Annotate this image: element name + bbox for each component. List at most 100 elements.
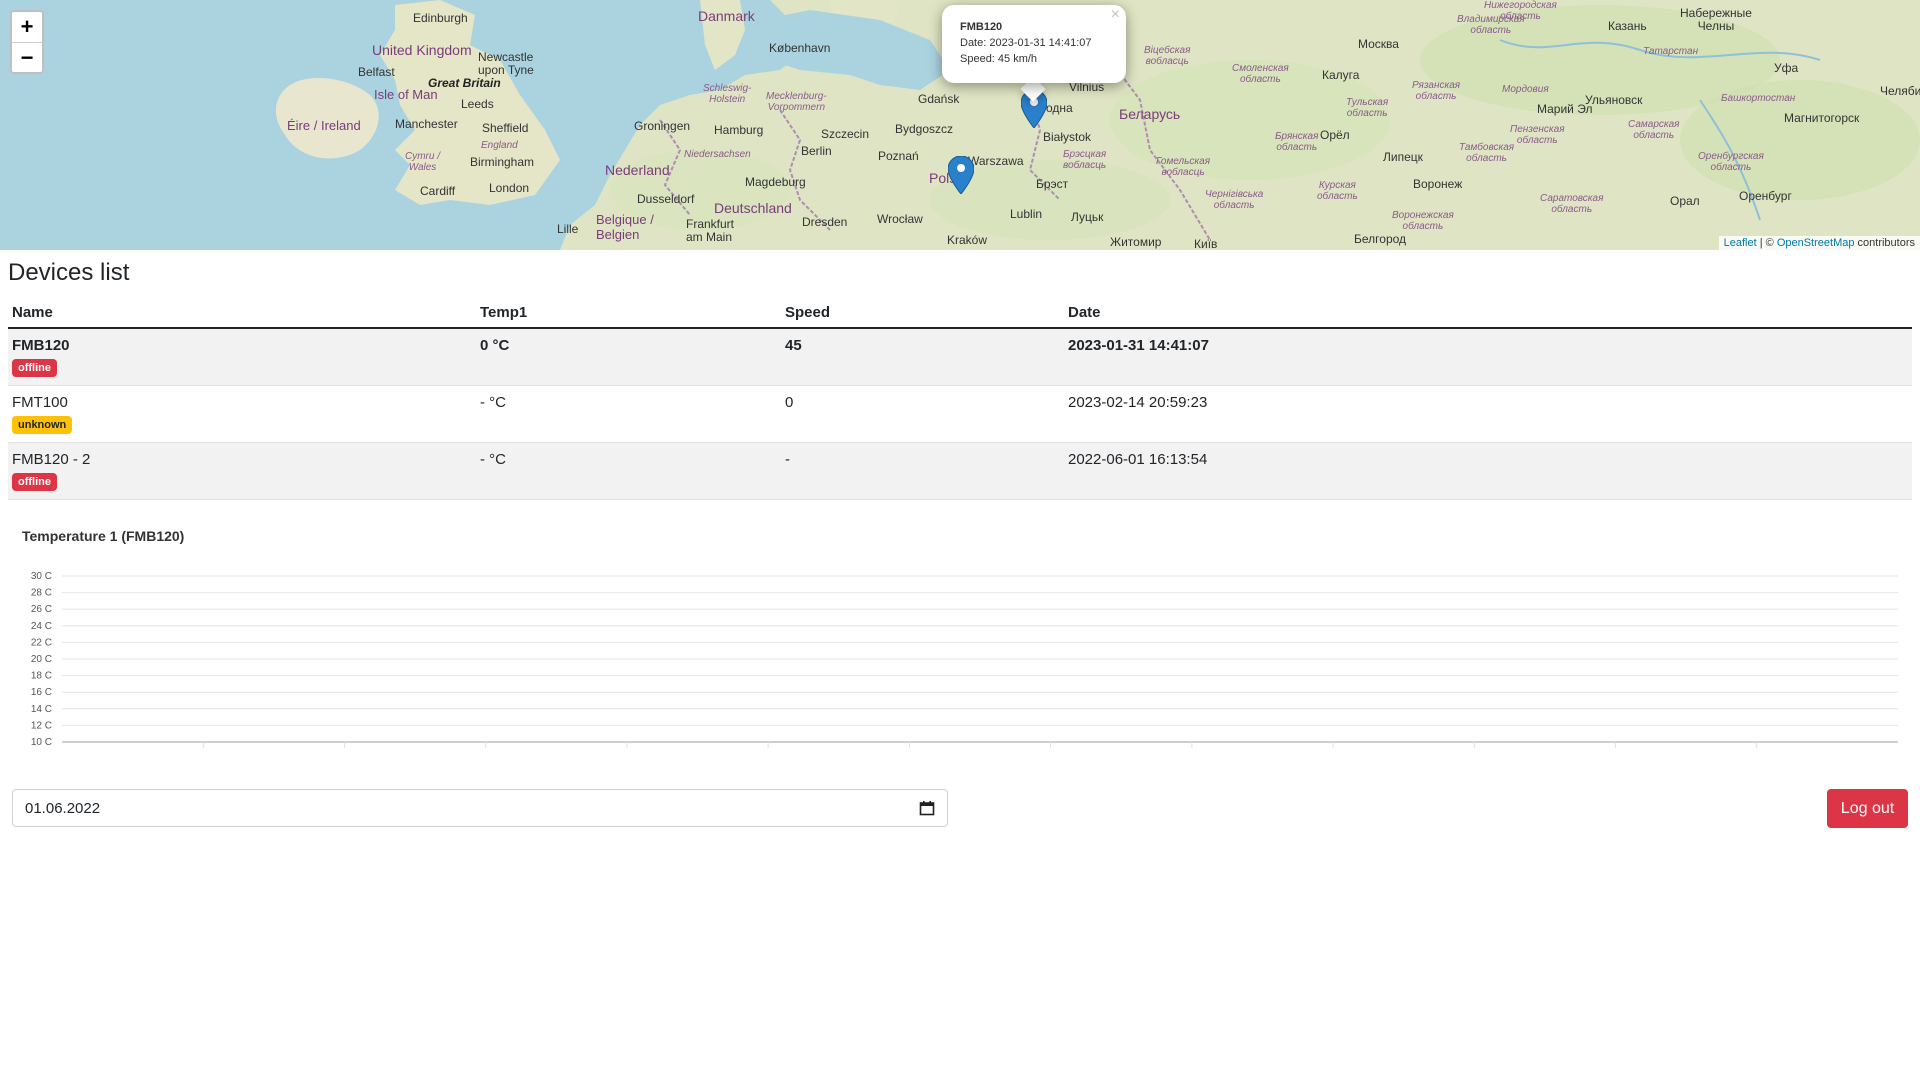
map-label-dresden: Dresden	[802, 215, 848, 229]
map-label-samara: Самарская область	[1628, 119, 1680, 141]
osm-link[interactable]: OpenStreetMap	[1777, 237, 1855, 249]
table-row[interactable]: FMB120 - 2 offline - °C - 2022-06-01 16:…	[8, 442, 1912, 500]
map-label-deutschland: Deutschland	[714, 200, 792, 216]
leaflet-link[interactable]: Leaflet	[1724, 237, 1757, 249]
map-label-wroclaw: Wrocław	[877, 212, 923, 226]
map-label-england: England	[481, 140, 518, 151]
device-name-cell: FMT100 unknown	[8, 385, 476, 443]
map-label-brest: Брэст	[1036, 177, 1069, 191]
popup-speed: Speed: 45 km/h	[960, 53, 1038, 65]
y-tick-label: 20 C	[31, 654, 52, 665]
y-tick-label: 16 C	[31, 687, 52, 698]
status-badge: offline	[12, 359, 57, 377]
map-label-magdeburg: Magdeburg	[745, 175, 806, 189]
chart-title: Temperature 1 (FMB120)	[22, 528, 184, 544]
map-label-vitebsk: Віцебская вобласць	[1144, 45, 1191, 67]
map-label-mariel: Марий Эл	[1537, 102, 1593, 116]
map-label-kyiv: Київ	[1194, 237, 1218, 250]
zoom-out-button[interactable]: −	[12, 42, 42, 72]
device-name: FMB120	[12, 337, 70, 354]
map-label-lipetsk: Липецк	[1383, 150, 1423, 164]
map-label-edinburgh: Edinburgh	[413, 11, 468, 25]
map-label-kursk: Курская область	[1317, 180, 1358, 202]
status-badge: unknown	[12, 415, 73, 434]
column-header-date[interactable]: Date	[1064, 296, 1912, 329]
y-tick-label: 18 C	[31, 671, 52, 682]
devices-list-title: Devices list	[8, 259, 130, 286]
temperature-chart: Temperature 1 (FMB120) 30 C 28 C 26 C 24 C 2…	[22, 528, 1898, 748]
device-temp: 0 °C	[476, 328, 781, 386]
table-row[interactable]: FMB120 offline 0 °C 45 2023-01-31 14:41:…	[8, 328, 1912, 386]
map-label-berlin: Berlin	[801, 144, 832, 158]
column-header-name[interactable]: Name	[8, 296, 476, 329]
device-name-cell: FMB120 - 2 offline	[8, 442, 476, 500]
map-label-lublin: Lublin	[1010, 207, 1043, 221]
map-label-zhytomyr: Житомир	[1110, 235, 1162, 249]
y-tick-label: 30 C	[31, 571, 52, 582]
table-row[interactable]: FMT100 unknown - °C 0 2023-02-14 20:59:2…	[8, 385, 1912, 443]
map-label-bialystok: Białystok	[1043, 130, 1092, 144]
device-name: FMB120 - 2	[12, 450, 91, 468]
map-label-nizhny: Нижегородская область	[1484, 0, 1557, 22]
attribution-suffix: contributors	[1854, 237, 1915, 249]
status-badge: offline	[12, 472, 57, 491]
map-label-orenburg-reg: Оренбургская область	[1698, 151, 1764, 173]
map-label-kaluga: Калуга	[1322, 68, 1360, 82]
device-date: 2022-06-01 16:13:54	[1064, 442, 1912, 500]
attribution-separator: | ©	[1756, 237, 1777, 249]
map-label-oryol: Орёл	[1320, 128, 1350, 142]
map-label-gomel: Гомельская вобласць	[1156, 156, 1211, 178]
device-name: FMT100	[12, 393, 68, 411]
column-header-temp1[interactable]: Temp1	[476, 296, 781, 329]
device-date: 2023-02-14 20:59:23	[1064, 385, 1912, 443]
map-label-krakow: Kraków	[947, 233, 988, 247]
zoom-in-button[interactable]: +	[12, 12, 42, 42]
map-label-frankfurt: Frankfurt am Main	[686, 217, 735, 244]
map-label-ufa: Уфа	[1774, 61, 1799, 75]
map-label-belfast: Belfast	[358, 65, 395, 79]
map-label-chelyab: Челяби	[1880, 84, 1920, 98]
map-label-gdansk: Gdańsk	[918, 92, 960, 106]
map-label-moskva: Москва	[1358, 37, 1399, 51]
map-label-voronezh: Воронеж	[1413, 177, 1463, 191]
map[interactable]: Edinburgh United Kingdom Newcastle upon …	[0, 0, 1920, 250]
map-label-kobenhavn: København	[769, 41, 831, 55]
popup-close-icon[interactable]: ×	[1111, 7, 1120, 23]
map-label-bashkortostan: Башкортостан	[1721, 93, 1796, 104]
map-label-tula: Тульская область	[1346, 97, 1389, 119]
map-label-szczecin: Szczecin	[821, 127, 870, 141]
calendar-icon[interactable]	[919, 800, 935, 816]
map-label-manchester: Manchester	[395, 117, 458, 131]
map-label-kazan: Казань	[1608, 19, 1647, 33]
map-label-bryansk: Брянская область	[1275, 131, 1319, 153]
map-label-saratov: Саратовская область	[1540, 193, 1604, 215]
map-label-danmark: Danmark	[698, 8, 755, 24]
date-input[interactable]: 01.06.2022	[12, 789, 948, 827]
device-popup: × FMB120 Date: 2023-01-31 14:41:07 Speed…	[942, 5, 1126, 83]
map-label-belarus: Беларусь	[1119, 106, 1181, 122]
map-label-london: London	[489, 181, 530, 195]
map-label-bydgoszcz: Bydgoszcz	[895, 122, 954, 136]
device-speed: 45	[781, 328, 1064, 386]
map-label-belgorod: Белгород	[1354, 232, 1407, 246]
map-label-great-britain: Great Britain	[428, 76, 501, 90]
map-label-newcastle: Newcastle upon Tyne	[478, 50, 534, 77]
popup-date: Date: 2023-01-31 14:41:07	[960, 37, 1092, 49]
map-label-ryazan: Рязанская область	[1412, 80, 1461, 102]
table-header-row: Name Temp1 Speed Date	[8, 296, 1912, 329]
zoom-control: + −	[10, 10, 44, 74]
map-label-voronezh-reg: Воронежская область	[1392, 210, 1454, 232]
logout-button[interactable]: Log out	[1827, 789, 1908, 828]
map-label-tatarstan: Татарстан	[1643, 46, 1699, 57]
map-label-belgique: Belgique / Belgien	[596, 212, 654, 242]
map-label-birmingham: Birmingham	[470, 155, 535, 169]
map-label-leeds: Leeds	[461, 97, 494, 111]
column-header-speed[interactable]: Speed	[781, 296, 1064, 329]
date-input-value: 01.06.2022	[25, 799, 101, 817]
y-tick-label: 14 C	[31, 704, 52, 715]
popup-title: FMB120	[960, 21, 1003, 33]
device-speed: 0	[781, 385, 1064, 443]
device-marker-fmb120-2[interactable]	[948, 156, 974, 194]
map-label-lille: Lille	[557, 222, 579, 236]
map-label-sheffield: Sheffield	[482, 121, 529, 135]
